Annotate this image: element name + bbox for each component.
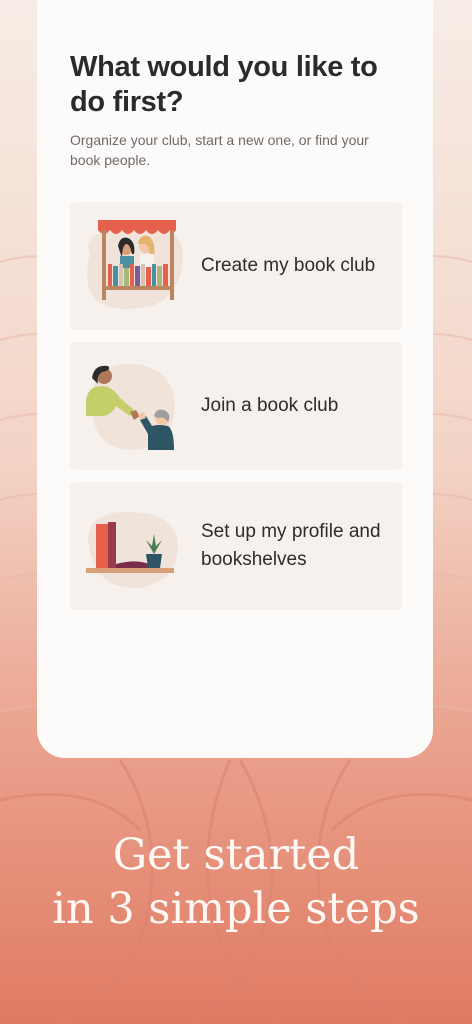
setup-profile-label: Set up my profile and bookshelves — [201, 521, 381, 570]
setup-profile-option[interactable]: Set up my profile and bookshelves — [70, 482, 402, 610]
join-book-club-option[interactable]: Join a book club — [70, 342, 402, 470]
tagline-line-1: Get started — [112, 830, 360, 880]
page-subtitle: Organize your club, start a new one, or … — [70, 132, 369, 168]
bookshelf-icon — [86, 511, 178, 589]
page-title: What would you like to do first? — [70, 51, 378, 118]
handshake-icon — [86, 363, 175, 450]
create-book-club-label: Create my book club — [201, 255, 376, 276]
bookshop-window-icon — [87, 220, 183, 309]
promo-tagline: Get started in 3 simple steps — [0, 828, 472, 936]
create-book-club-option[interactable]: Create my book club — [70, 202, 402, 330]
tagline-line-2: in 3 simple steps — [52, 884, 420, 934]
join-book-club-label: Join a book club — [201, 395, 339, 416]
